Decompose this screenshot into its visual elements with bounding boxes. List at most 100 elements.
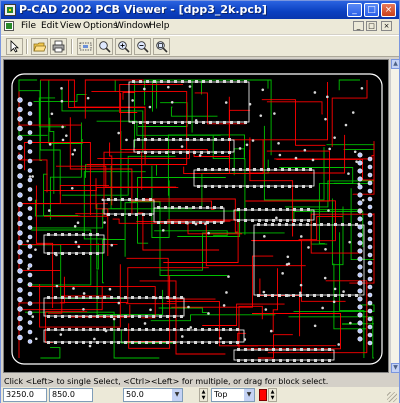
via xyxy=(332,300,336,304)
pad xyxy=(229,341,232,344)
scroll-down-icon[interactable]: ▼ xyxy=(391,363,400,373)
layer-color-swatch[interactable] xyxy=(259,389,267,401)
menu-help[interactable]: Help xyxy=(149,21,170,31)
pad xyxy=(89,328,92,331)
pad xyxy=(192,221,195,224)
document-close-button[interactable]: × xyxy=(381,21,392,31)
zoom-region-icon xyxy=(99,41,111,53)
chevron-down-icon[interactable]: ▼ xyxy=(172,389,182,401)
pcb-canvas[interactable] xyxy=(3,59,389,373)
connector-pad xyxy=(27,282,33,287)
open-button[interactable] xyxy=(31,38,48,55)
pad xyxy=(82,252,85,255)
print-button[interactable] xyxy=(50,38,67,55)
minimize-button[interactable]: _ xyxy=(347,3,362,17)
pad xyxy=(110,296,113,299)
via xyxy=(50,112,54,116)
connector-pad xyxy=(27,158,33,164)
pad xyxy=(286,208,289,211)
menu-options[interactable]: Options xyxy=(83,21,118,31)
menu-view[interactable]: View xyxy=(60,21,81,31)
pad xyxy=(138,315,141,318)
pad xyxy=(138,328,141,331)
grid-spinner[interactable]: ▲ ▼ xyxy=(199,388,208,402)
select-tool-button[interactable] xyxy=(6,38,23,55)
via xyxy=(298,291,302,295)
connector-pad xyxy=(27,177,33,183)
grid-select[interactable]: 50.0 ▼ xyxy=(123,388,183,402)
pad xyxy=(258,219,261,222)
pad xyxy=(295,185,298,188)
zoom-region-button[interactable] xyxy=(96,38,113,55)
toolbar-separator xyxy=(26,39,28,54)
pad xyxy=(213,221,216,224)
connector-pad xyxy=(367,164,373,170)
connector-pad xyxy=(27,130,33,135)
via xyxy=(101,198,105,202)
pad xyxy=(180,296,183,299)
zoom-window-icon xyxy=(79,42,92,51)
pad xyxy=(334,223,337,226)
via xyxy=(303,148,307,152)
connector-pad xyxy=(367,340,373,346)
close-button[interactable]: × xyxy=(381,3,396,17)
via xyxy=(103,221,106,224)
pad xyxy=(264,294,267,297)
vertical-scrollbar[interactable]: ▲ ▼ xyxy=(390,59,400,373)
layer-spinner[interactable]: ▲ ▼ xyxy=(268,388,277,402)
resize-grip-icon[interactable] xyxy=(387,392,397,402)
pad xyxy=(272,219,275,222)
pad xyxy=(75,233,78,236)
title-bar[interactable]: P-CAD 2002 PCB Viewer - [dpp3_2k.pcb] _ … xyxy=(1,1,399,19)
connector-pad xyxy=(357,288,363,294)
maximize-button[interactable]: □ xyxy=(364,3,379,17)
zoom-out-button[interactable] xyxy=(134,38,151,55)
pad xyxy=(214,151,217,154)
via xyxy=(351,111,355,114)
via xyxy=(281,272,284,275)
zoom-window-button[interactable] xyxy=(77,38,94,55)
layer-select[interactable]: Top ▼ xyxy=(211,388,255,402)
pad xyxy=(47,252,50,255)
pad xyxy=(114,213,117,216)
pad xyxy=(89,252,92,255)
connector-pad xyxy=(17,182,23,189)
connector-pad xyxy=(27,111,33,116)
zoom-fit-button[interactable] xyxy=(153,38,170,55)
document-restore-button[interactable]: □ xyxy=(366,21,377,31)
zoom-in-button[interactable] xyxy=(115,38,132,55)
pad xyxy=(173,341,176,344)
document-icon[interactable] xyxy=(4,21,14,31)
connector-pad xyxy=(367,260,373,266)
pad xyxy=(225,168,228,171)
y-coordinate-field[interactable]: 850.0 xyxy=(49,388,93,402)
connector-pad xyxy=(367,316,373,322)
pad xyxy=(47,315,50,318)
via xyxy=(27,267,30,270)
document-minimize-button[interactable]: _ xyxy=(353,21,364,31)
pad xyxy=(89,233,92,236)
pcb-layout-drawing[interactable] xyxy=(4,60,389,373)
pad xyxy=(157,221,160,224)
connector-pad xyxy=(367,236,373,242)
menu-edit[interactable]: Edit xyxy=(41,21,58,31)
pad xyxy=(281,168,284,171)
x-coordinate-field[interactable]: 3250.0 xyxy=(3,388,47,402)
connector-pad xyxy=(27,206,33,211)
window-title: P-CAD 2002 PCB Viewer - [dpp3_2k.pcb] xyxy=(19,3,267,16)
via xyxy=(275,216,278,220)
pad xyxy=(307,348,310,351)
pad xyxy=(236,341,239,344)
pad xyxy=(61,341,64,344)
pad xyxy=(61,315,64,318)
pad xyxy=(293,208,296,211)
pad xyxy=(225,185,228,188)
menu-window[interactable]: Window xyxy=(115,21,151,31)
menu-file[interactable]: File xyxy=(21,21,36,31)
pad xyxy=(272,208,275,211)
pad xyxy=(159,341,162,344)
pad xyxy=(300,359,303,362)
via xyxy=(143,87,146,91)
scroll-up-icon[interactable]: ▲ xyxy=(391,59,400,69)
chevron-down-icon[interactable]: ▼ xyxy=(244,389,254,401)
